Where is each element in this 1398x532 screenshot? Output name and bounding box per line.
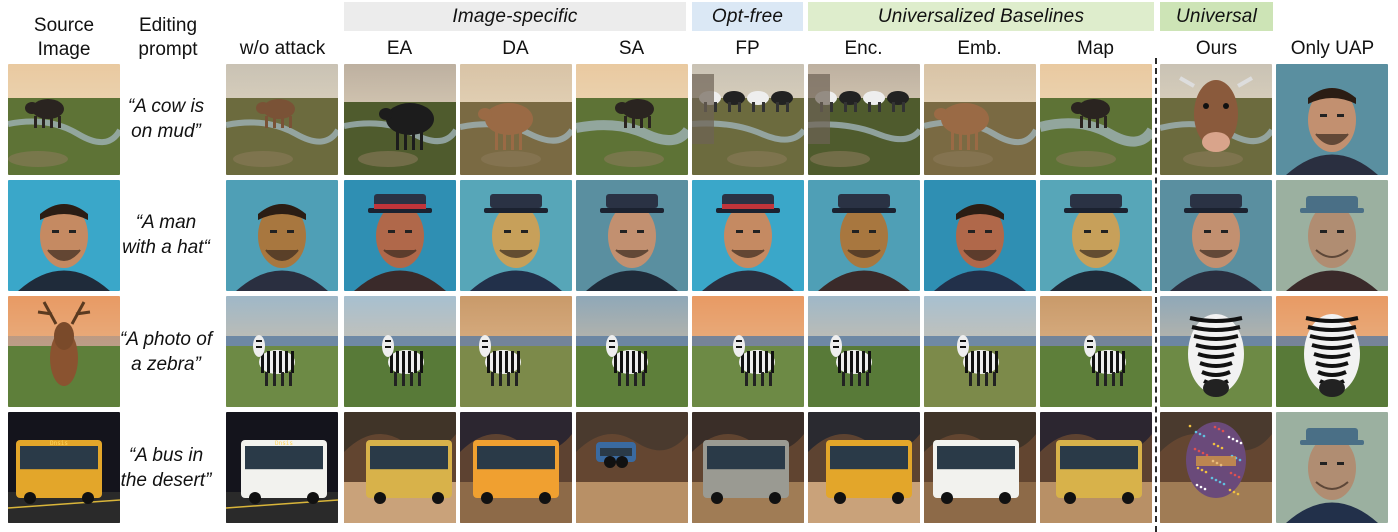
cow-source-image	[8, 64, 120, 175]
prompt-cow-line1: “A cow is	[127, 96, 205, 117]
man-ea-image	[344, 180, 456, 291]
zebra-source-image	[8, 296, 120, 407]
header-fp: FP	[692, 35, 803, 63]
zebra-emb-image	[924, 296, 1036, 407]
prompt-bus: “A bus in the desert”	[112, 412, 220, 524]
bus-fp-image	[692, 412, 804, 523]
prompt-bus-line1: “A bus in	[128, 445, 204, 466]
prompt-cow-line2: on mud”	[131, 121, 201, 142]
man-enc-image	[808, 180, 920, 291]
group-universalized-baselines: Universalized Baselines	[808, 2, 1154, 31]
zebra-fp-image	[692, 296, 804, 407]
cow-emb-image	[924, 64, 1036, 175]
group-universal: Universal	[1160, 2, 1273, 31]
zebra-ea-image	[344, 296, 456, 407]
man-fp-image	[692, 180, 804, 291]
zebra-map-image	[1040, 296, 1152, 407]
cow-only-uap-image	[1276, 64, 1388, 175]
cow-da-image	[460, 64, 572, 175]
man-wo-attack-image	[226, 180, 338, 291]
header-source-line1: Source	[33, 15, 95, 36]
group-image-specific-label: Image-specific	[452, 5, 578, 27]
header-ours: Ours	[1160, 35, 1273, 63]
zebra-ours-image	[1160, 296, 1272, 407]
header-only-uap-label: Only UAP	[1290, 38, 1375, 59]
header-fp-label: FP	[735, 38, 760, 59]
header-ours-label: Ours	[1195, 38, 1238, 59]
prompt-cow: “A cow is on mud”	[112, 64, 220, 174]
cow-enc-image	[808, 64, 920, 175]
bus-enc-image	[808, 412, 920, 523]
prompt-man-line1: “A man	[135, 212, 197, 233]
bus-wo-attack-image: Dnsis	[226, 412, 338, 523]
cow-wo-attack-image	[226, 64, 338, 175]
header-source-image: Source Image	[8, 12, 120, 64]
group-opt-free: Opt-free	[692, 2, 803, 31]
header-da: DA	[460, 35, 571, 63]
header-emb: Emb.	[924, 35, 1035, 63]
zebra-sa-image	[576, 296, 688, 407]
prompt-man-line2: with a hat“	[122, 237, 210, 258]
zebra-da-image	[460, 296, 572, 407]
zebra-wo-attack-image	[226, 296, 338, 407]
cow-sa-image	[576, 64, 688, 175]
zebra-enc-image	[808, 296, 920, 407]
cow-fp-image	[692, 64, 804, 175]
bus-emb-image	[924, 412, 1036, 523]
prompt-zebra-line2: a zebra”	[131, 354, 201, 375]
group-universalized-label: Universalized Baselines	[877, 5, 1085, 27]
header-wo-attack: w/o attack	[226, 35, 339, 63]
group-opt-free-label: Opt-free	[711, 5, 784, 27]
bus-source-image: Dnsis	[8, 412, 120, 523]
bus-da-image	[460, 412, 572, 523]
prompt-zebra-line1: “A photo of	[119, 329, 213, 350]
svg-text:Dnsis: Dnsis	[275, 440, 293, 447]
bus-map-image	[1040, 412, 1152, 523]
bus-ours-image	[1160, 412, 1272, 523]
man-emb-image	[924, 180, 1036, 291]
header-prompt-line1: Editing	[138, 15, 198, 36]
bus-ea-image	[344, 412, 456, 523]
header-prompt-line2: prompt	[138, 39, 198, 60]
header-ea-label: EA	[386, 38, 413, 59]
svg-text:Dnsis: Dnsis	[50, 440, 68, 447]
cow-ours-image	[1160, 64, 1272, 175]
header-wo-attack-label: w/o attack	[239, 38, 326, 59]
group-image-specific: Image-specific	[344, 2, 686, 31]
man-source-image	[8, 180, 120, 291]
header-source-line2: Image	[37, 39, 91, 60]
man-da-image	[460, 180, 572, 291]
man-ours-image	[1160, 180, 1272, 291]
zebra-only-uap-image	[1276, 296, 1388, 407]
group-universal-label: Universal	[1176, 5, 1257, 27]
prompt-bus-line2: the desert”	[120, 470, 212, 491]
header-editing-prompt: Editing prompt	[114, 12, 222, 64]
header-enc: Enc.	[808, 35, 919, 63]
man-sa-image	[576, 180, 688, 291]
header-map-label: Map	[1077, 38, 1114, 59]
prompt-man: “A man with a hat“	[112, 180, 220, 290]
header-ea: EA	[344, 35, 455, 63]
universal-divider	[1155, 58, 1157, 532]
prompt-zebra: “A photo of a zebra”	[112, 296, 220, 408]
cow-ea-image	[344, 64, 456, 175]
header-map: Map	[1040, 35, 1151, 63]
header-sa: SA	[576, 35, 687, 63]
header-da-label: DA	[502, 38, 529, 59]
header-sa-label: SA	[618, 38, 645, 59]
man-map-image	[1040, 180, 1152, 291]
header-emb-label: Emb.	[957, 38, 1002, 59]
cow-map-image	[1040, 64, 1152, 175]
bus-sa-image	[576, 412, 688, 523]
man-only-uap-image	[1276, 180, 1388, 291]
header-enc-label: Enc.	[844, 38, 883, 59]
header-only-uap: Only UAP	[1276, 35, 1389, 63]
bus-only-uap-image	[1276, 412, 1388, 523]
